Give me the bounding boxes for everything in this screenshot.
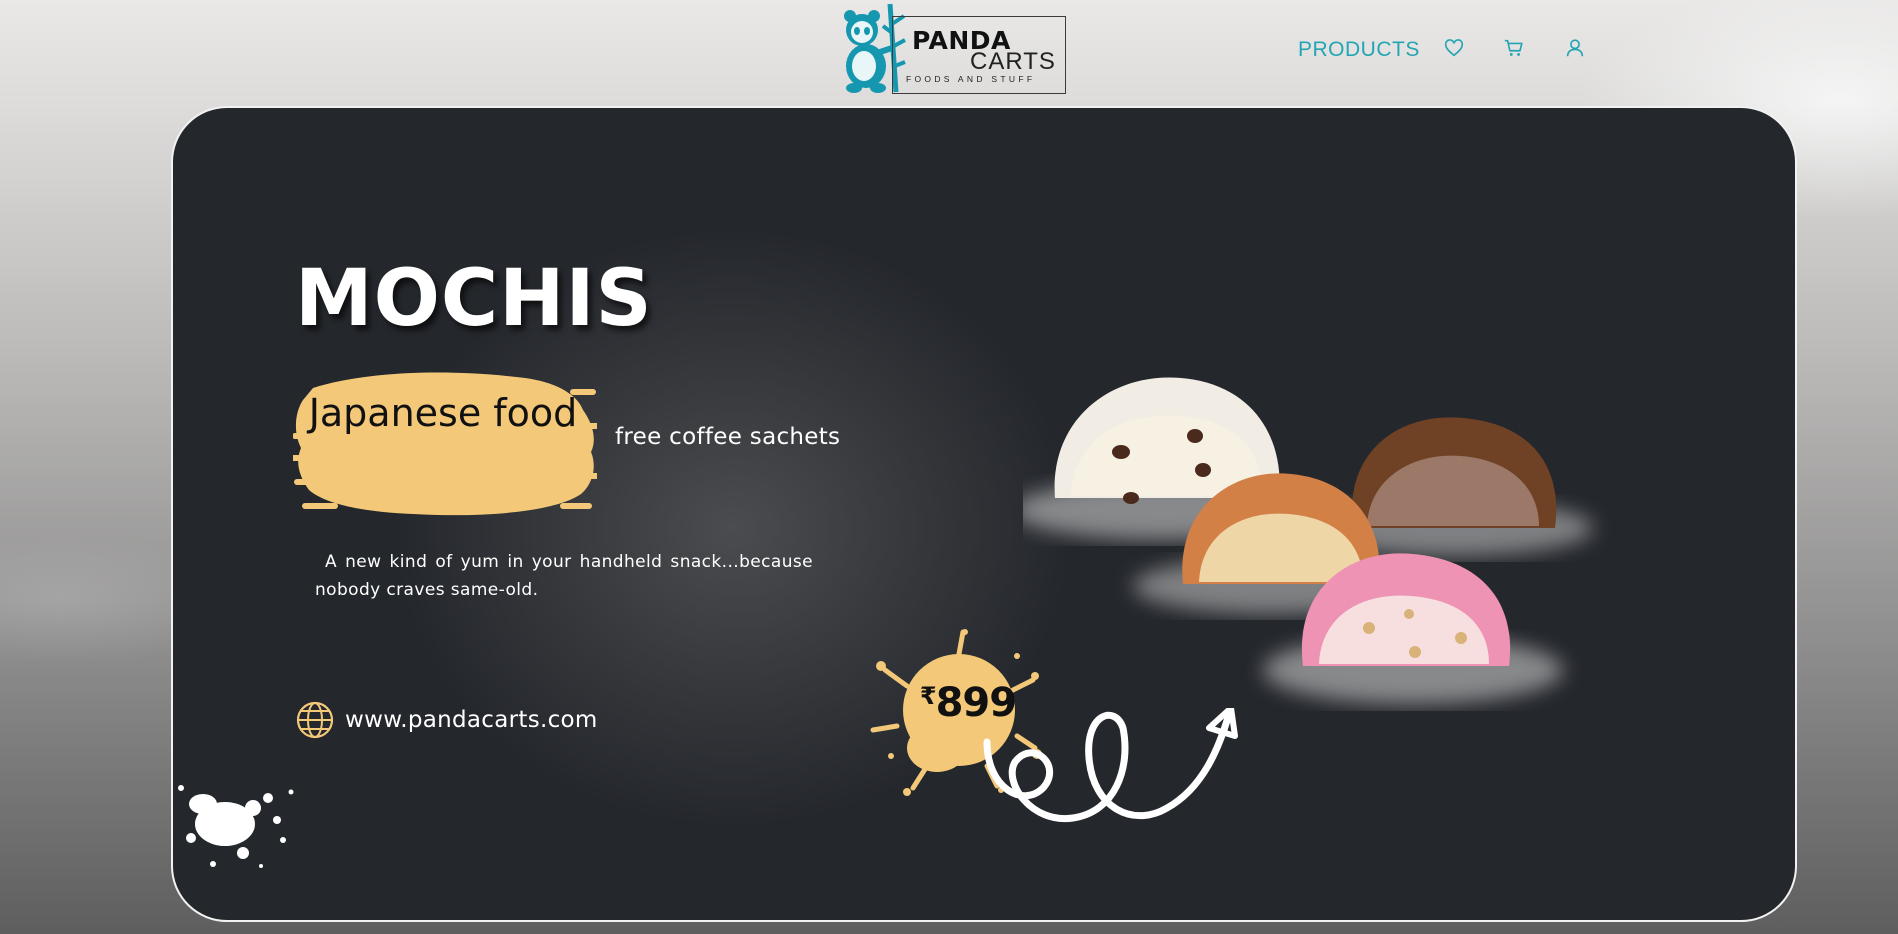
hero-title: MOCHIS xyxy=(295,254,653,344)
website-url: www.pandacarts.com xyxy=(345,707,598,733)
logo-tagline: FOODS AND STUFF xyxy=(906,74,1036,84)
user-icon[interactable] xyxy=(1564,37,1586,59)
nav-products-link[interactable]: PRODUCTS xyxy=(1298,38,1420,62)
heart-icon[interactable] xyxy=(1443,37,1465,59)
hero-card: MOCHIS Japanese food free coffee sachets… xyxy=(171,106,1797,922)
logo-text-carts: CARTS xyxy=(970,48,1056,75)
website-link[interactable]: www.pandacarts.com xyxy=(295,700,598,740)
hero-tagline: free coffee sachets xyxy=(615,424,841,450)
hero-description: A new kind of yum in your handheld snack… xyxy=(315,552,813,600)
panda-carts-logo[interactable]: PANDA CARTS FOODS AND STUFF xyxy=(842,2,1068,96)
brush-label: Japanese food xyxy=(308,391,578,435)
price-currency: ₹ xyxy=(919,682,937,710)
mochi-ice-cream-image xyxy=(1023,377,1593,704)
cart-icon[interactable] xyxy=(1503,37,1525,59)
white-paint-splatter xyxy=(178,785,294,868)
brush-stroke-highlight xyxy=(293,372,597,516)
globe-icon xyxy=(296,701,334,739)
